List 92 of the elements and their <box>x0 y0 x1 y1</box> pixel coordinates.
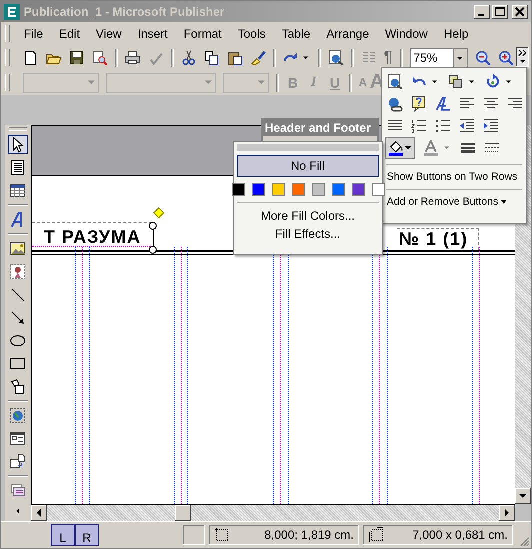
copy-icon[interactable] <box>204 50 220 66</box>
header-text: Т РАЗУМА <box>44 227 142 248</box>
toolbar-grip[interactable] <box>5 74 10 91</box>
horizontal-scrollbar[interactable] <box>31 504 515 521</box>
color-swatch[interactable] <box>272 183 284 196</box>
caret-icon <box>88 79 95 86</box>
zoom-combo[interactable]: 75% <box>410 48 468 68</box>
caret-icon[interactable] <box>500 198 508 206</box>
preview-icon[interactable] <box>92 50 108 66</box>
line-style-icon[interactable] <box>460 140 476 156</box>
header-text: № 1 (1) <box>397 228 480 250</box>
color-swatch[interactable] <box>312 183 324 196</box>
menu-item[interactable]: Edit <box>51 24 88 42</box>
selection-handle[interactable] <box>149 246 157 254</box>
menu-item[interactable]: File <box>16 24 52 42</box>
scissors-icon[interactable] <box>181 50 197 66</box>
toolbar-title[interactable]: Header and Footer <box>263 120 377 136</box>
color-swatch[interactable] <box>372 183 384 196</box>
arrange-icon[interactable] <box>448 74 464 90</box>
clip-art-tool[interactable] <box>8 262 28 281</box>
help-icon[interactable] <box>411 96 427 112</box>
globe-tool[interactable] <box>8 406 28 425</box>
page-tab[interactable]: R <box>75 524 99 546</box>
menu-item[interactable]: Show Buttons on Two Rows <box>384 170 524 184</box>
printer-icon[interactable] <box>125 50 141 66</box>
caret-icon <box>405 146 412 150</box>
color-swatch[interactable] <box>292 183 304 196</box>
caret-icon <box>258 79 265 86</box>
app-icon <box>4 4 20 20</box>
menu-item[interactable]: View <box>88 24 130 42</box>
scroll-thumb[interactable] <box>175 505 191 521</box>
web-preview-icon[interactable] <box>328 50 344 66</box>
toolbar-grip[interactable] <box>5 49 10 66</box>
preview-icon[interactable] <box>387 74 403 90</box>
zoom-out-icon[interactable] <box>474 50 491 66</box>
menu-item[interactable]: Window <box>377 24 436 42</box>
color-swatch[interactable] <box>332 183 344 196</box>
scroll-right-icon[interactable] <box>503 509 511 517</box>
selection-handle[interactable] <box>149 222 157 230</box>
status-field <box>183 525 205 545</box>
scroll-down-icon[interactable] <box>519 492 527 500</box>
minimize-icon <box>478 14 484 16</box>
no-fill-button[interactable]: No Fill <box>237 155 379 177</box>
maximize-icon <box>495 6 505 16</box>
hyperlink-icon[interactable] <box>387 96 403 112</box>
menu-item[interactable]: Tools <box>230 24 274 42</box>
chevron-icon <box>518 48 528 66</box>
color-swatch[interactable] <box>232 183 244 196</box>
bulleted-list-icon[interactable] <box>435 118 451 134</box>
fill-color-button[interactable] <box>385 137 415 159</box>
menu-item[interactable]: Fill Effects... <box>275 225 341 243</box>
toolbar-options-button[interactable] <box>516 47 529 67</box>
maximize-button[interactable] <box>492 4 508 18</box>
menu-item[interactable]: Insert <box>130 24 176 42</box>
position-readout: 8,000; 1,819 cm. <box>264 528 354 542</box>
window-title: Publication_1 - Microsoft Publisher <box>24 4 225 18</box>
size-readout: 7,000 x 0,681 cm. <box>412 528 508 542</box>
menu-item[interactable]: Help <box>436 24 477 42</box>
close-button[interactable] <box>512 4 528 18</box>
color-swatch[interactable] <box>352 183 364 196</box>
paste-icon[interactable] <box>227 50 243 66</box>
menu-item[interactable]: Format <box>176 24 230 42</box>
size-icon <box>368 527 384 543</box>
menu-item[interactable]: Arrange <box>318 24 378 42</box>
rotate-icon[interactable] <box>485 74 501 90</box>
close-icon <box>515 6 525 16</box>
pointer-tool[interactable] <box>8 135 28 154</box>
decrease-indent-icon[interactable] <box>459 118 475 134</box>
formatting-marks-button[interactable]: ¶ <box>384 48 393 66</box>
caret-icon <box>205 79 212 86</box>
menu-item[interactable]: Add or Remove Buttons <box>384 195 498 209</box>
popup-grip[interactable] <box>237 144 379 151</box>
fill-bucket-icon <box>388 140 404 156</box>
resize-grip-icon[interactable] <box>518 535 530 547</box>
floppy-icon[interactable] <box>69 50 85 66</box>
menu-grip[interactable] <box>5 25 10 42</box>
menu-item[interactable]: More Fill Colors... <box>260 207 355 225</box>
numbered-list-icon[interactable] <box>411 118 427 134</box>
minimize-button[interactable] <box>474 4 490 18</box>
new-page-icon[interactable] <box>23 50 39 66</box>
font-color-icon[interactable] <box>423 140 439 156</box>
html-fragment-tool[interactable] <box>8 452 28 471</box>
brush-icon[interactable] <box>250 50 266 66</box>
color-swatch[interactable] <box>252 183 264 196</box>
page-tab[interactable]: L <box>51 524 75 546</box>
text-style-icon[interactable] <box>435 96 451 112</box>
zoom-in-icon[interactable] <box>498 50 514 66</box>
adjust-handle[interactable] <box>153 207 165 219</box>
position-icon <box>214 527 230 543</box>
scroll-left-icon[interactable] <box>35 509 43 517</box>
menu-item[interactable]: Table <box>274 24 319 42</box>
increase-indent-icon[interactable] <box>483 118 499 134</box>
